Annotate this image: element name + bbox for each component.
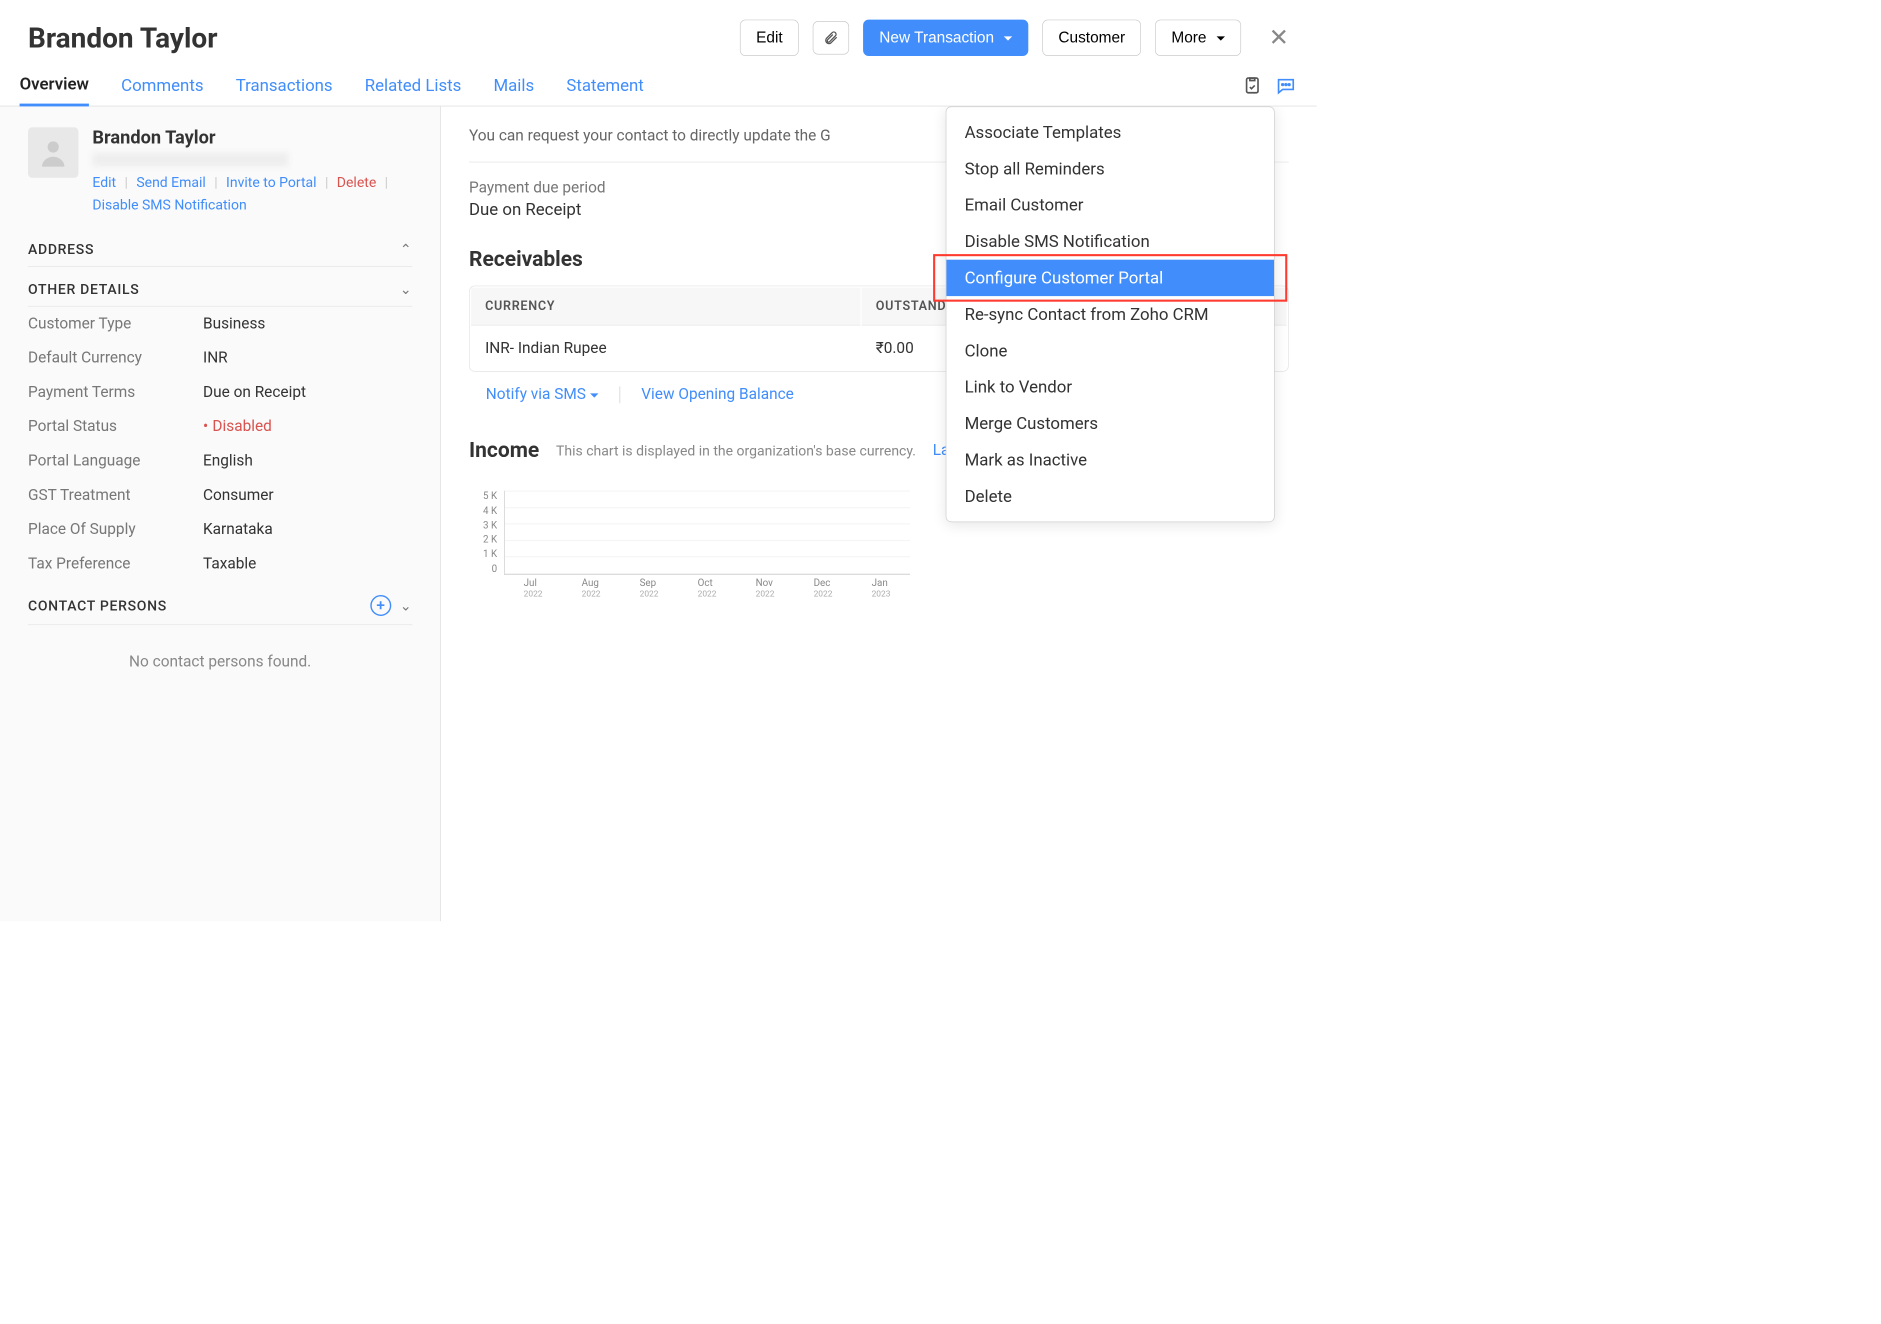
income-title: Income (469, 438, 539, 463)
profile-edit-link[interactable]: Edit (92, 174, 116, 191)
tab-related-lists[interactable]: Related Lists (365, 65, 462, 104)
gst-treatment-label: GST Treatment (28, 487, 189, 505)
paperclip-icon (823, 30, 838, 45)
close-icon[interactable]: ✕ (1269, 24, 1289, 52)
tab-overview[interactable]: Overview (20, 64, 89, 106)
more-dropdown: Associate TemplatesStop all RemindersEma… (946, 106, 1275, 522)
currency-cell: INR- Indian Rupee (471, 327, 860, 370)
portal-status-label: Portal Status (28, 418, 189, 436)
dropdown-item-re-sync-contact-from-zoho-crm[interactable]: Re-sync Contact from Zoho CRM (946, 296, 1274, 332)
customer-type-value: Business (203, 315, 265, 333)
place-of-supply-value: Karnataka (203, 521, 273, 539)
tax-preference-label: Tax Preference (28, 555, 189, 573)
tax-preference-value: Taxable (203, 555, 256, 573)
dropdown-item-disable-sms-notification[interactable]: Disable SMS Notification (946, 223, 1274, 259)
x-tick: Dec2022 (814, 578, 833, 599)
dropdown-item-email-customer[interactable]: Email Customer (946, 187, 1274, 223)
currency-header: CURRENCY (471, 288, 860, 326)
notify-via-sms-link[interactable]: Notify via SMS (486, 386, 599, 404)
address-section-header[interactable]: ADDRESS ⌃ (28, 227, 412, 267)
dropdown-item-clone[interactable]: Clone (946, 333, 1274, 369)
profile-invite-portal-link[interactable]: Invite to Portal (226, 174, 317, 191)
profile-send-email-link[interactable]: Send Email (136, 174, 205, 191)
dropdown-item-mark-as-inactive[interactable]: Mark as Inactive (946, 442, 1274, 478)
customer-type-label: Customer Type (28, 315, 189, 333)
y-tick: 2 K (483, 534, 497, 545)
new-transaction-button[interactable]: New Transaction (863, 20, 1028, 56)
x-tick: Aug2022 (582, 578, 601, 599)
clipboard-icon[interactable] (1243, 75, 1263, 95)
y-tick: 1 K (483, 549, 497, 560)
profile-delete-link[interactable]: Delete (337, 174, 376, 191)
x-tick: Sep2022 (640, 578, 659, 599)
profile-disable-sms-link[interactable]: Disable SMS Notification (92, 196, 246, 213)
x-tick: Jan2023 (872, 578, 891, 599)
more-button[interactable]: More (1155, 20, 1240, 56)
dropdown-item-associate-templates[interactable]: Associate Templates (946, 114, 1274, 150)
avatar (28, 127, 78, 177)
y-tick: 3 K (483, 520, 497, 531)
chevron-down-icon: ⌄ (400, 281, 412, 298)
profile-name: Brandon Taylor (92, 127, 388, 148)
chat-icon[interactable] (1276, 75, 1296, 95)
x-tick: Oct2022 (698, 578, 717, 599)
tab-statement[interactable]: Statement (566, 65, 643, 104)
tab-comments[interactable]: Comments (121, 65, 203, 104)
dropdown-item-stop-all-reminders[interactable]: Stop all Reminders (946, 151, 1274, 187)
tab-transactions[interactable]: Transactions (236, 65, 333, 104)
portal-language-value: English (203, 452, 253, 470)
chevron-up-icon: ⌃ (400, 241, 412, 258)
dropdown-item-delete[interactable]: Delete (946, 478, 1274, 514)
portal-language-label: Portal Language (28, 452, 189, 470)
dropdown-item-link-to-vendor[interactable]: Link to Vendor (946, 369, 1274, 405)
payment-terms-value: Due on Receipt (203, 384, 306, 402)
default-currency-value: INR (203, 349, 228, 367)
payment-terms-label: Payment Terms (28, 384, 189, 402)
portal-status-value: Disabled (203, 418, 272, 436)
customer-button[interactable]: Customer (1042, 20, 1141, 56)
dropdown-item-configure-customer-portal[interactable]: Configure Customer Portal (946, 260, 1274, 296)
x-tick: Jul2022 (524, 578, 543, 599)
default-currency-label: Default Currency (28, 349, 189, 367)
y-tick: 5 K (483, 491, 497, 502)
place-of-supply-label: Place Of Supply (28, 521, 189, 539)
tab-mails[interactable]: Mails (494, 65, 535, 104)
x-tick: Nov2022 (756, 578, 775, 599)
chevron-down-icon: ⌄ (400, 597, 412, 614)
dropdown-item-merge-customers[interactable]: Merge Customers (946, 405, 1274, 441)
gst-treatment-value: Consumer (203, 487, 274, 505)
no-contact-persons-text: No contact persons found. (28, 625, 412, 699)
y-tick: 0 (483, 563, 497, 574)
view-opening-balance-link[interactable]: View Opening Balance (641, 386, 794, 404)
attachment-button[interactable] (813, 21, 849, 55)
y-tick: 4 K (483, 505, 497, 516)
contact-persons-section-header[interactable]: CONTACT PERSONS + ⌄ (28, 581, 412, 625)
income-note: This chart is displayed in the organizat… (556, 442, 916, 459)
page-title: Brandon Taylor (28, 21, 726, 54)
add-contact-person-button[interactable]: + (370, 595, 391, 616)
edit-button[interactable]: Edit (740, 20, 799, 56)
other-details-section-header[interactable]: OTHER DETAILS ⌄ (28, 267, 412, 307)
profile-email-blurred (92, 153, 288, 167)
